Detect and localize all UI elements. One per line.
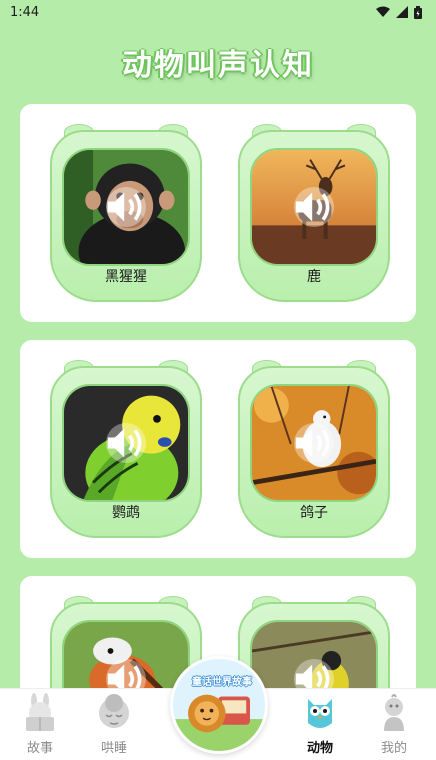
deer-photo (250, 148, 378, 266)
animal-name: 鸽子 (300, 505, 328, 521)
sleeping-face-icon (99, 694, 129, 728)
animal-card-row-2: 鹦鹉 鸽子 (20, 340, 416, 558)
nav-item-mine[interactable]: 我的 (364, 693, 424, 759)
animal-name: 鹿 (307, 269, 321, 285)
animal-item-pigeon[interactable]: 鸽子 (238, 360, 390, 538)
animal-item-deer[interactable]: 鹿 (238, 124, 390, 302)
wifi-icon (376, 6, 390, 17)
page-title: 动物叫声认知 (122, 48, 314, 83)
fairy-tale-world-button[interactable]: 童话世界故事 (170, 656, 268, 754)
animal-item-chimpanzee[interactable]: 黑猩猩 (50, 124, 202, 302)
badge-title: 童话世界故事 (192, 677, 252, 688)
speaker-icon[interactable] (294, 423, 334, 463)
status-bar: 1:44 (0, 0, 436, 24)
nav-label: 我的 (380, 741, 407, 756)
nav-label: 哄睡 (100, 741, 127, 756)
animal-item-parrot[interactable]: 鹦鹉 (50, 360, 202, 538)
nav-label: 动物 (306, 741, 333, 756)
profile-character-icon (384, 694, 404, 731)
rabbit-book-icon (26, 693, 54, 731)
nav-item-animals[interactable]: 动物 (290, 693, 350, 759)
animal-name: 黑猩猩 (105, 269, 147, 285)
chimpanzee-photo (62, 148, 190, 266)
status-icons (376, 5, 422, 19)
animal-card-row-1: 黑猩猩 鹿 (20, 104, 416, 322)
nav-item-sleep[interactable]: 哄睡 (84, 693, 144, 759)
speaker-icon[interactable] (106, 187, 146, 227)
signal-icon (396, 6, 408, 18)
parrot-photo (62, 384, 190, 502)
nav-label: 故事 (26, 741, 53, 756)
status-time: 1:44 (10, 4, 40, 20)
battery-icon (414, 5, 422, 19)
speaker-icon[interactable] (106, 423, 146, 463)
animal-name: 鹦鹉 (112, 505, 140, 521)
pigeon-photo (250, 384, 378, 502)
nav-item-stories[interactable]: 故事 (10, 693, 70, 759)
speaker-icon[interactable] (294, 187, 334, 227)
owl-icon (308, 699, 332, 728)
